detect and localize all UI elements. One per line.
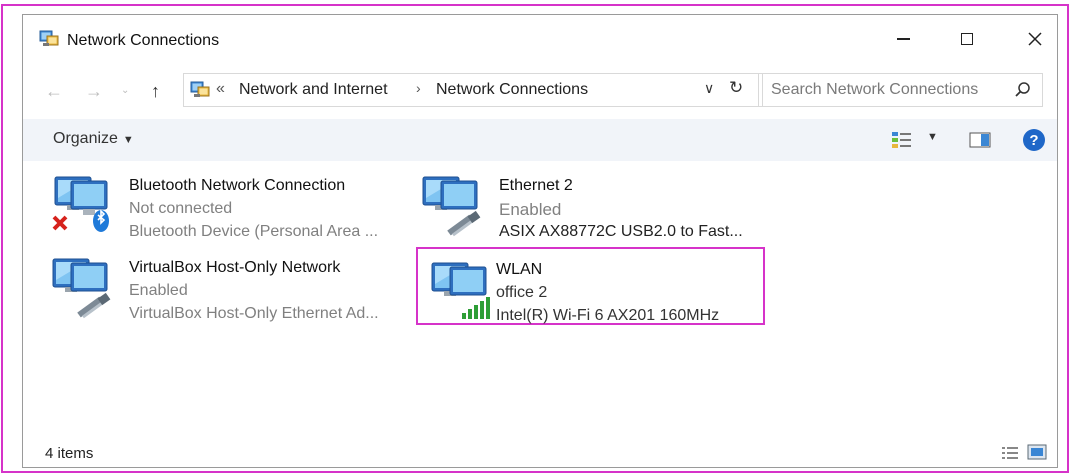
connection-status: office 2 xyxy=(496,284,548,301)
recent-locations-chevron-icon[interactable]: ⌄ xyxy=(121,85,129,96)
close-icon xyxy=(1028,32,1042,46)
minimize-button[interactable] xyxy=(881,25,925,53)
breadcrumb-overflow[interactable]: « xyxy=(216,80,225,98)
ethernet-network-icon xyxy=(52,258,111,319)
maximize-button[interactable] xyxy=(945,25,989,53)
refresh-icon[interactable]: ↻ xyxy=(729,78,743,98)
wifi-network-icon xyxy=(431,262,490,319)
connection-wlan[interactable]: WLAN office 2 Intel(R) Wi-Fi 6 AX201 160… xyxy=(416,247,765,325)
connection-device: ASIX AX88772C USB2.0 to Fast... xyxy=(499,223,743,240)
network-connections-icon xyxy=(190,81,210,97)
title-bar: Network Connections xyxy=(23,15,1057,53)
connection-name: Bluetooth Network Connection xyxy=(129,177,346,194)
window-title: Network Connections xyxy=(67,32,220,49)
connection-name: WLAN xyxy=(496,261,543,278)
breadcrumb-network-connections[interactable]: Network Connections xyxy=(436,81,588,99)
organize-button[interactable]: Organize ▼ xyxy=(53,130,134,148)
connection-name: Ethernet 2 xyxy=(499,177,573,194)
connection-name: VirtualBox Host-Only Network xyxy=(129,259,341,276)
change-view-icon[interactable] xyxy=(891,131,913,149)
forward-arrow-icon[interactable]: → xyxy=(85,81,103,102)
search-icon[interactable] xyxy=(1013,80,1033,100)
view-options-dropdown-icon[interactable]: ▼ xyxy=(927,131,938,143)
connection-status: Not connected xyxy=(129,200,233,217)
bluetooth-network-icon xyxy=(52,176,109,232)
breadcrumb-separator[interactable]: › xyxy=(416,80,421,96)
organize-label: Organize xyxy=(53,130,118,147)
breadcrumb-network-and-internet[interactable]: Network and Internet xyxy=(239,81,388,99)
network-connections-icon xyxy=(39,30,59,46)
address-bar[interactable]: « Network and Internet › Network Connect… xyxy=(183,73,763,107)
search-placeholder: Search Network Connections xyxy=(771,81,979,98)
search-input[interactable]: Search Network Connections xyxy=(758,73,1043,107)
command-bar: Organize ▼ ▼ ? xyxy=(23,119,1057,161)
connection-device: VirtualBox Host-Only Ethernet Ad... xyxy=(129,305,379,322)
connection-status: Enabled xyxy=(499,200,562,219)
large-icons-view-icon[interactable] xyxy=(1027,443,1047,461)
item-count: 4 items xyxy=(45,445,94,462)
chevron-down-icon: ▼ xyxy=(122,134,134,146)
connection-device: Intel(R) Wi-Fi 6 AX201 160MHz xyxy=(496,307,720,324)
preview-pane-icon[interactable] xyxy=(969,131,991,149)
minimize-icon xyxy=(896,38,910,40)
connection-status: Enabled xyxy=(129,282,188,299)
connection-ethernet-2[interactable]: Ethernet 2 Enabled ASIX AX88772C USB2.0 … xyxy=(419,173,779,245)
help-button[interactable]: ? xyxy=(1023,129,1045,151)
connection-virtualbox[interactable]: VirtualBox Host-Only Network Enabled Vir… xyxy=(49,255,409,327)
address-dropdown-icon[interactable]: ∨ xyxy=(704,80,714,97)
maximize-icon xyxy=(961,33,973,45)
close-button[interactable] xyxy=(1013,25,1057,53)
network-connections-window: Network Connections ← → ⌄ ↑ « Network an… xyxy=(22,14,1058,468)
connection-device: Bluetooth Device (Personal Area ... xyxy=(129,223,379,240)
details-view-icon[interactable] xyxy=(1001,445,1019,461)
up-arrow-icon[interactable]: ↑ xyxy=(151,81,160,102)
ethernet-network-icon xyxy=(422,176,481,237)
connection-bluetooth[interactable]: Bluetooth Network Connection Not connect… xyxy=(49,173,409,245)
back-arrow-icon[interactable]: ← xyxy=(45,81,63,102)
